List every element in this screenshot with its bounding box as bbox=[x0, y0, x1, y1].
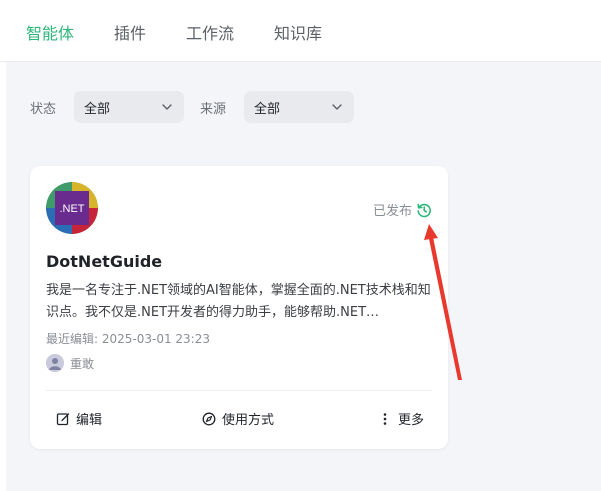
source-filter-label: 来源 bbox=[200, 102, 227, 117]
dotnet-logo-icon: .NET bbox=[46, 182, 98, 234]
tab-agents[interactable]: 智能体 bbox=[26, 20, 74, 44]
filter-bar: 状态 全部 来源 全部 bbox=[6, 91, 601, 123]
more-vertical-icon bbox=[383, 412, 387, 425]
tab-knowledge-base[interactable]: 知识库 bbox=[274, 20, 322, 44]
last-edited: 最近编辑: 2025-03-01 23:23 bbox=[46, 332, 210, 346]
user-avatar bbox=[46, 354, 64, 372]
source-select[interactable]: 全部 bbox=[244, 91, 354, 123]
app-frame: 智能体 插件 工作流 知识库 状态 全部 来源 全部 .NET 已发布 DotN… bbox=[0, 0, 601, 491]
agent-avatar: .NET bbox=[46, 182, 98, 234]
edit-label: 编辑 bbox=[76, 413, 103, 428]
tab-workflows[interactable]: 工作流 bbox=[186, 20, 234, 44]
tab-plugins[interactable]: 插件 bbox=[114, 20, 146, 44]
owner-name: 重敢 bbox=[70, 356, 95, 371]
status-text: 已发布 bbox=[372, 204, 412, 219]
publish-status: 已发布 bbox=[373, 200, 432, 219]
card-actions: 编辑 使用方式 更多 bbox=[30, 404, 448, 434]
history-icon[interactable] bbox=[416, 202, 432, 218]
source-select-value: 全部 bbox=[254, 102, 281, 117]
status-select[interactable]: 全部 bbox=[74, 91, 184, 123]
top-tabs: 智能体 插件 工作流 知识库 bbox=[0, 0, 601, 62]
avatar-text: .NET bbox=[59, 203, 84, 215]
agent-name: DotNetGuide bbox=[46, 252, 163, 271]
agent-description: 我是一名专注于.NET领域的AI智能体，掌握全面的.NET技术栈和知识点。我不仅… bbox=[46, 283, 431, 320]
more-button[interactable]: 更多 bbox=[378, 409, 424, 428]
usage-button[interactable]: 使用方式 bbox=[202, 409, 274, 428]
card-divider bbox=[46, 390, 432, 391]
owner-info: 重敢 bbox=[46, 354, 94, 372]
more-label: 更多 bbox=[398, 413, 425, 428]
main-content: 状态 全部 来源 全部 .NET 已发布 DotNetGuide 我是一名专注于… bbox=[6, 62, 601, 491]
edit-icon bbox=[56, 412, 70, 425]
agent-card[interactable]: .NET 已发布 DotNetGuide 我是一名专注于.NET领域的AI智能体… bbox=[30, 166, 448, 449]
chevron-down-icon bbox=[162, 104, 172, 110]
chevron-down-icon bbox=[332, 104, 342, 110]
edit-button[interactable]: 编辑 bbox=[56, 409, 102, 428]
status-select-value: 全部 bbox=[84, 102, 111, 117]
status-filter-label: 状态 bbox=[30, 102, 57, 117]
user-avatar-icon bbox=[46, 354, 64, 372]
usage-label: 使用方式 bbox=[222, 413, 275, 428]
compass-icon bbox=[202, 412, 216, 425]
